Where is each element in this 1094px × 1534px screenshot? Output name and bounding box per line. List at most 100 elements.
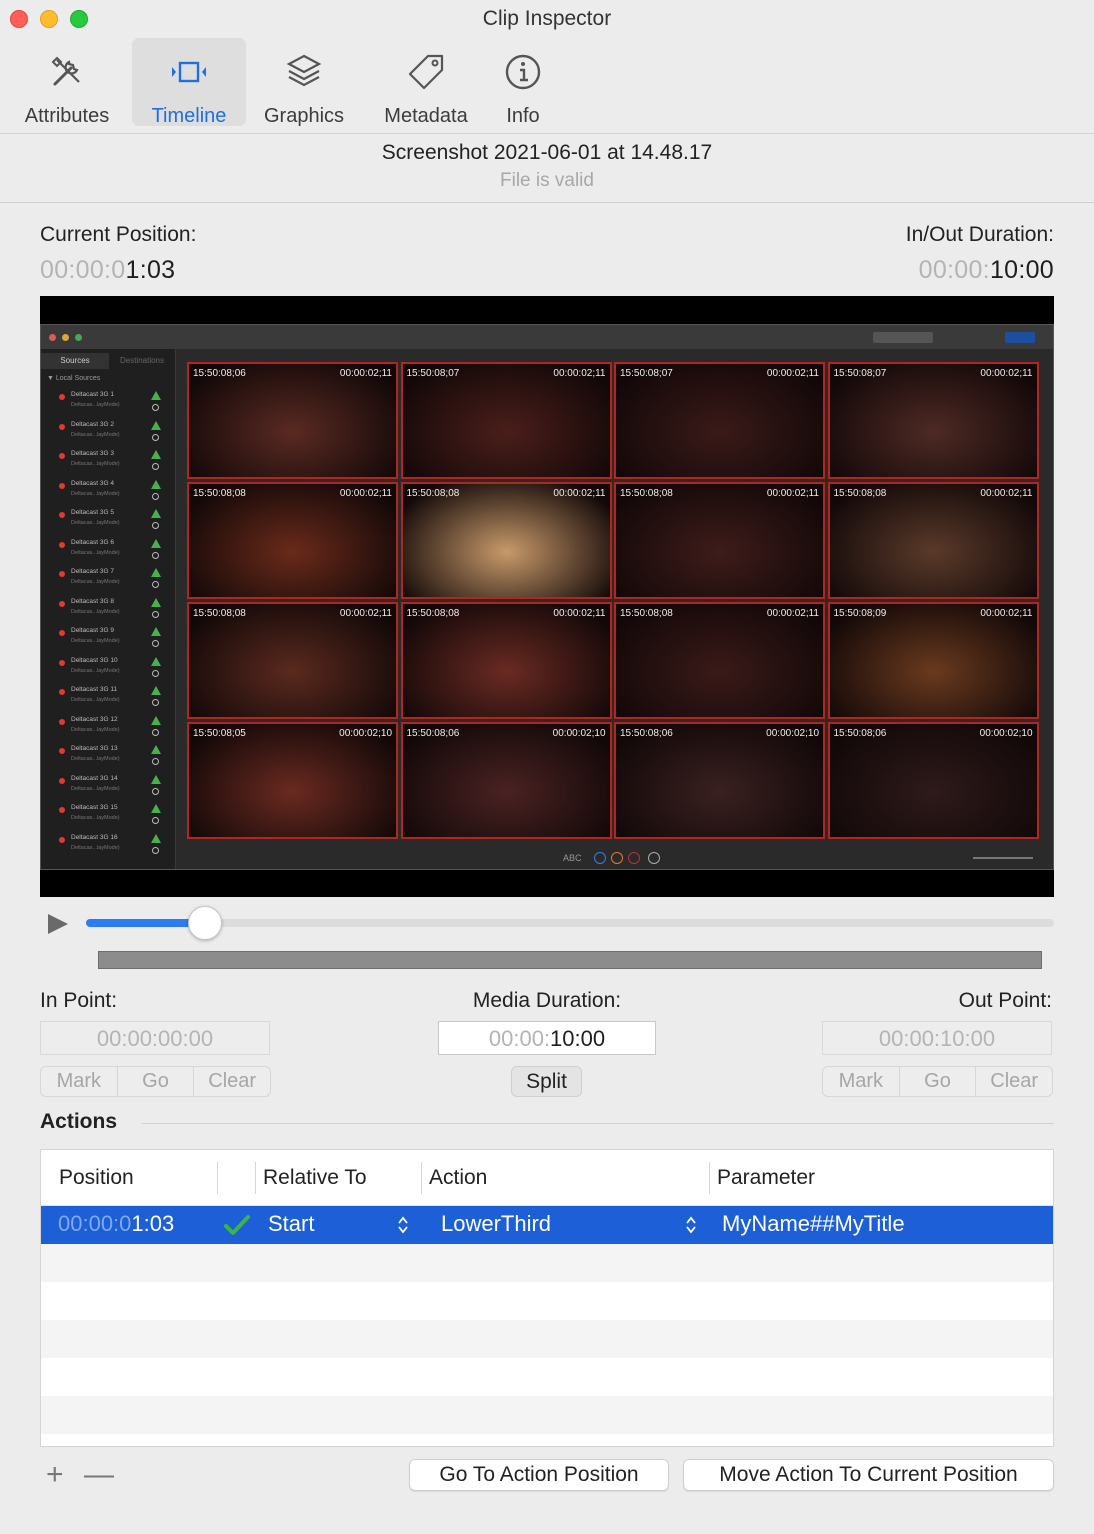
go-to-action-position-button[interactable]: Go To Action Position [409,1459,669,1491]
settings-circle-icon [152,610,159,618]
row-relative-to[interactable]: Start [268,1211,314,1237]
preview-source-sub: Deltacas...layMode) [71,608,120,615]
preview-sources-tab: Sources [41,353,109,369]
status-dot-icon [59,689,65,695]
in-clear-button[interactable]: Clear [194,1067,270,1096]
preview-source-name: Deltacast 3G 10 [71,656,118,664]
play-button[interactable] [48,914,68,934]
preview-source-item: Deltacast 3G 13 Deltacas...layMode) [59,743,169,771]
move-action-to-current-position-button[interactable]: Move Action To Current Position [683,1459,1054,1491]
tag-icon [408,54,444,90]
tile-duration: 00:00:02;11 [339,488,392,499]
preview-source-name: Deltacast 3G 4 [71,479,114,487]
warning-triangle-icon [151,597,161,607]
out-go-button[interactable]: Go [900,1067,977,1096]
film-icon [172,61,206,83]
tile-timecode: 15:50:08;07 [620,368,673,379]
tile-timecode: 15:50:08;08 [193,488,246,499]
inout-range-bar[interactable] [98,951,1042,969]
row-position[interactable]: 00:00:01:03 [58,1211,174,1237]
in-mark-button[interactable]: Mark [41,1067,118,1096]
out-point-field[interactable]: 00:00:10:00 [822,1021,1052,1055]
tile-duration: 00:00:02;11 [766,488,819,499]
settings-circle-icon [152,640,159,647]
media-duration-field[interactable]: 00:00:10:00 [438,1021,656,1055]
settings-circle-icon [152,522,159,529]
toolbar: Attributes Timeline Graphics Metadata In… [0,36,1094,134]
warning-triangle-icon [151,391,161,400]
in-go-button[interactable]: Go [118,1067,195,1096]
out-mark-button[interactable]: Mark [823,1067,900,1096]
actions-header: Actions [40,1110,118,1133]
playhead-slider[interactable] [86,919,1054,927]
status-dot-icon [59,807,65,813]
preview-tile: 15:50:08;05 00:00:02;10 [187,722,398,839]
video-preview[interactable]: Sources Destinations ▼ Local Sources Del… [40,296,1054,897]
preview-source-name: Deltacast 3G 8 [71,597,114,605]
preview-source-sub: Deltacas...layMode) [71,549,120,556]
tile-timecode: 15:50:08;08 [620,608,673,619]
preview-tile: 15:50:08;07 00:00:02;11 [827,362,1039,479]
relative-to-stepper-icon[interactable] [398,1215,408,1235]
preview-source-item: Deltacast 3G 2 Deltacas...layMode) [59,419,169,447]
preview-source-sub: Deltacas...layMode) [71,579,120,585]
preview-control-button [648,852,660,864]
add-action-button[interactable]: + [46,1458,64,1492]
in-point-field[interactable]: 00:00:00:00 [40,1021,270,1055]
column-action[interactable]: Action [429,1166,487,1190]
row-parameter[interactable]: MyName##MyTitle [722,1211,905,1237]
preview-source-sub: Deltacas...layMode) [71,431,120,438]
preview-source-sub: Deltacas...layMode) [71,785,120,792]
actions-table[interactable]: Position Relative To Action Parameter 00… [40,1149,1054,1447]
preview-tile: 15:50:08;08 00:00:02;11 [187,602,398,719]
settings-circle-icon [152,669,159,677]
settings-circle-icon [152,433,159,441]
file-name: Screenshot 2021-06-01 at 14.48.17 [381,141,713,164]
tab-metadata[interactable]: Metadata [372,38,480,127]
row-action[interactable]: LowerThird [441,1211,551,1237]
tile-timecode: 15:50:08;07 [406,368,460,379]
settings-circle-icon [152,463,159,470]
preview-source-item: Deltacast 3G 8 Deltacas...layMode) [59,596,169,624]
tab-graphics[interactable]: Graphics [254,38,354,127]
divider [0,202,1094,203]
tab-info[interactable]: Info [488,38,558,127]
tile-timecode: 15:50:08;07 [833,368,887,379]
column-position[interactable]: Position [59,1166,134,1190]
preview-source-sub: Deltacas...layMode) [71,697,120,703]
media-duration-label: Media Duration: [472,989,622,1012]
preview-mode-button [1005,332,1035,343]
warning-triangle-icon [151,627,161,636]
column-relative-to[interactable]: Relative To [263,1166,367,1190]
tile-duration: 00:00:02;11 [553,608,606,619]
status-dot-icon [59,718,65,725]
preview-source-name: Deltacast 3G 15 [71,804,118,811]
tab-attributes[interactable]: Attributes [12,38,122,127]
settings-circle-icon [152,699,159,706]
playhead-knob[interactable] [188,906,222,940]
remove-action-button[interactable]: — [84,1458,114,1492]
action-stepper-icon[interactable] [686,1215,696,1235]
warning-triangle-icon [151,450,161,459]
out-clear-button[interactable]: Clear [976,1067,1052,1096]
status-dot-icon [59,836,65,843]
actions-divider [142,1123,1054,1124]
tile-timecode: 15:50:08;08 [406,488,460,499]
split-button[interactable]: Split [511,1066,582,1097]
tab-timeline[interactable]: Timeline [132,38,246,127]
column-separator [421,1162,422,1194]
inout-duration-bright: 10:00 [989,256,1054,284]
current-position-label: Current Position: [40,223,197,246]
clip-inspector-window: Clip Inspector Attributes Timeline Graph… [0,0,1094,1534]
column-parameter[interactable]: Parameter [717,1166,815,1190]
preview-destinations-tab: Destinations [119,356,165,365]
preview-control-button [611,852,623,864]
table-row-empty [41,1396,1053,1434]
status-dot-icon [59,659,65,666]
table-row[interactable]: 00:00:01:03 Start LowerThird MyName##MyT… [41,1206,1053,1244]
preview-tile: 15:50:08;06 00:00:02;10 [614,722,825,839]
tile-duration: 00:00:02;11 [766,608,819,619]
column-separator [709,1162,710,1194]
warning-triangle-icon [151,715,161,725]
preview-control-button [594,852,606,864]
